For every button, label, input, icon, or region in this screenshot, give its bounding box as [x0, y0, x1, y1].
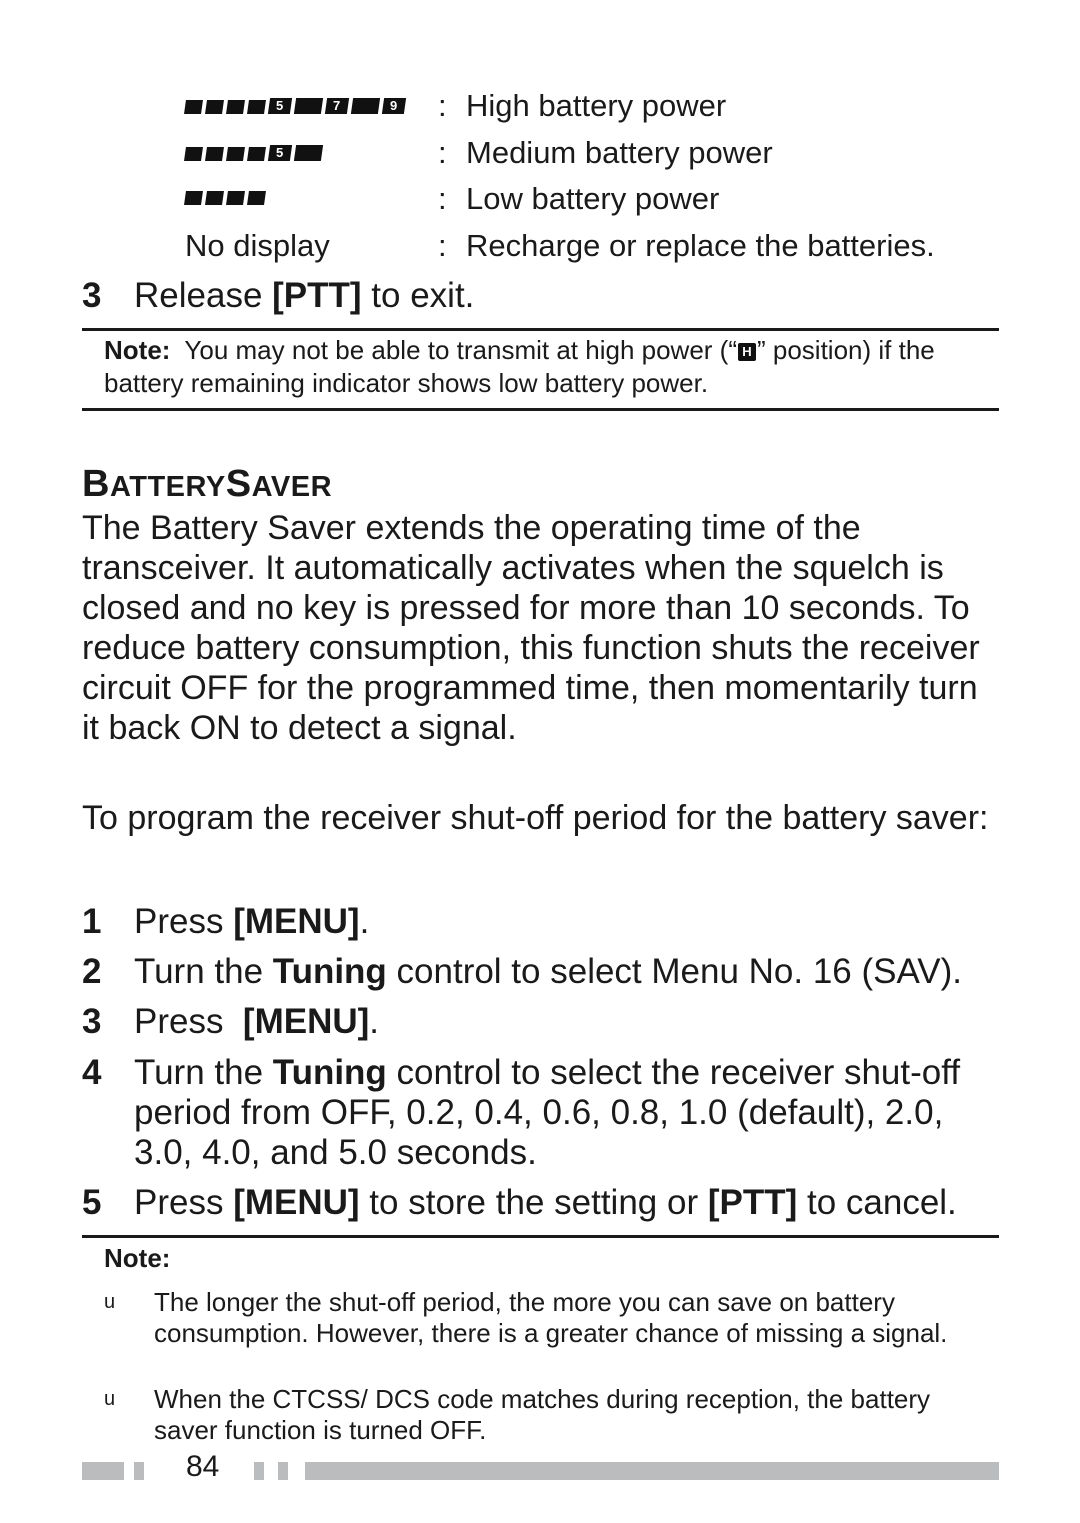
footer-bar-segment — [134, 1462, 144, 1480]
tuning-control: Tuning — [272, 952, 387, 991]
ptt-key: [PTT] — [272, 276, 362, 315]
colon: : — [438, 135, 447, 170]
note-high-power: Note: You may not be able to transmit at… — [104, 335, 935, 398]
battery-high-description: High battery power — [466, 88, 727, 123]
battery-high-indicator-icon: 5 7 9 — [184, 98, 407, 114]
note2-top-rule — [82, 1235, 999, 1238]
ptt-key: [PTT] — [707, 1183, 798, 1222]
bullet-icon: u — [104, 1388, 116, 1410]
footer-bar-segment — [254, 1462, 264, 1480]
footer-bar-segment — [278, 1462, 288, 1480]
menu-key: [MENU] — [233, 1183, 360, 1222]
battery-medium-indicator-icon: 5 — [184, 145, 324, 161]
section-heading-battery-saver: BATTERYSAVER — [82, 463, 333, 505]
program-paragraph: To program the receiver shut-off period … — [82, 799, 989, 837]
battery-low-description: Low battery power — [466, 181, 720, 216]
no-display-label: No display — [185, 228, 330, 263]
menu-key: [MENU] — [233, 902, 360, 941]
footer-bar-segment — [82, 1462, 124, 1480]
step-number: 3 — [82, 276, 102, 315]
battery-none-description: Recharge or replace the batteries. — [466, 228, 935, 263]
footer-bar-long — [305, 1462, 999, 1480]
menu-key: [MENU] — [242, 1002, 370, 1041]
step-text: Release [PTT] to exit. — [134, 276, 475, 315]
note2-label: Note: — [104, 1243, 171, 1273]
note-bottom-rule — [82, 408, 999, 411]
note-top-rule — [82, 328, 999, 331]
page-number: 84 — [186, 1450, 220, 1483]
colon: : — [438, 88, 447, 123]
tuning-control: Tuning — [272, 1053, 387, 1092]
battery-low-indicator-icon — [184, 191, 266, 205]
colon: : — [438, 228, 447, 263]
note-label: Note: — [104, 335, 171, 365]
battery-medium-description: Medium battery power — [466, 135, 773, 170]
colon: : — [438, 181, 447, 216]
bullet-icon: u — [104, 1291, 116, 1313]
intro-paragraph: The Battery Saver extends the operating … — [82, 509, 980, 747]
high-power-h-icon: H — [738, 343, 756, 362]
